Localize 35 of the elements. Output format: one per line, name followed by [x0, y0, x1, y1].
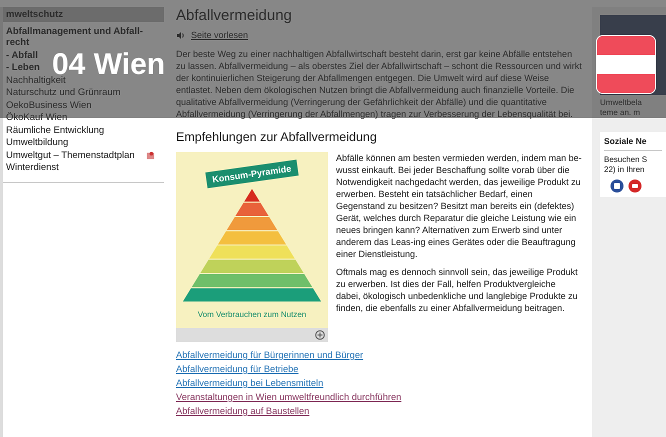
sidebar-item[interactable]: Abfallmanagement und Abfall-recht [6, 26, 161, 48]
body-paragraph: Oftmals mag es dennoch sinnvoll sein, das jeweilige Produkt zu erwerben. Ist dies der Fall, helfen Produktvergleiche dabei, ökologisch unbedenkliche und langlebige Produkte zu finden, die ebenfalls zu einer Abfallvermeidung beitragen. [336, 266, 579, 314]
flag-icon [596, 35, 656, 94]
intro-paragraph: Der beste Weg zu einer nachhaltigen Abfallwirtschaft besteht darin, erst gar keine Abfälle entstehen zu lassen. Abfallvermeidung – als oberstes Ziel der Abfallwirtschaft – schont die Ressourcen und wirkt der kontinuierlichen Steigerung der Abfallmengen entgegen. Die Umwelt wird auf diese Weise entlastet. Neben dem ökologischen Nutzen bringt die Abfallvermeidung auch finanzielle Vorteile. Die qualitative Abfallvermeidung (Verringerung der Gefährlichkeit der Abfälle) und die quantitative Abfallvermeidung (Verringerung der Abfallmengen) tragen zur Verbesserung der Lebensqualität bei. [176, 48, 582, 120]
related-link[interactable]: Veranstaltungen in Wien umweltfreundlich durchführen [176, 392, 402, 402]
facebook-icon[interactable] [610, 179, 624, 193]
photo-caption: teme an. m [600, 108, 642, 118]
social-title: Soziale Ne [604, 136, 662, 151]
related-link[interactable]: Abfallvermeidung für Betriebe [176, 364, 298, 374]
sidebar-item[interactable]: Räumliche Entwicklung [6, 124, 104, 136]
sidebar-item[interactable]: - Abfall [6, 50, 38, 61]
sidebar-item[interactable]: Nachhaltigkeit [6, 74, 66, 86]
sidebar-item[interactable]: Umweltgut – Themenstadtplan [6, 150, 135, 161]
speaker-icon [176, 30, 185, 40]
video-icon[interactable] [628, 179, 642, 193]
sidebar-item[interactable]: Winterdienst [6, 162, 59, 174]
related-link[interactable]: Abfallvermeidung auf Baustellen [176, 406, 310, 416]
map-icon [146, 150, 155, 160]
photo-caption: Umweltbela [600, 98, 643, 108]
read-aloud-link[interactable]: Seite vorlesen [191, 30, 248, 40]
sidebar-item[interactable]: - Leben [6, 62, 40, 74]
related-link[interactable]: Abfallvermeidung bei Lebensmitteln [176, 378, 324, 388]
sidebar-item[interactable]: Naturschutz und Grünraum [6, 87, 121, 98]
figure-caption: Vom Verbrauchen zum Nutzen [198, 310, 306, 319]
sidebar-item[interactable]: ÖkoKauf Wien [6, 112, 68, 124]
sidebar-item[interactable]: OekoBusiness Wien [6, 100, 92, 111]
section-heading: Empfehlungen zur Abfallvermeidung [176, 130, 378, 144]
page-title: Abfallvermeidung [176, 7, 293, 24]
sidebar-section-title: mweltschutz [3, 7, 164, 22]
social-text: Besuchen S [604, 155, 648, 165]
body-paragraph: Abfälle können am besten vermieden werden, indem man be-wusst einkauft. Bei jeder Beschaffung sollte vorab über die Notwendigkeit nachgedacht werden, das jeweilige Produkt zu erwerben. Besteht ein tatsächlicher Bedarf, einen Gegenstand zu besitzen? Besitzt man bereits ein (defektes) Gerät, welches durch Reparatur die gleiche Leistung wie ein neues bringen kann? Alternativen zum Erwerb sind unter anderem das Leas-ing eines Gerätes oder die Beauftragung einer Dienstleistung. [336, 152, 582, 260]
zoom-icon[interactable] [315, 330, 325, 340]
related-link[interactable]: Abfallvermeidung für Bürgerinnen und Bürger [176, 350, 364, 360]
social-text: 22) in Ihren [604, 165, 646, 175]
sidebar-item[interactable]: Umweltbildung [6, 137, 68, 148]
